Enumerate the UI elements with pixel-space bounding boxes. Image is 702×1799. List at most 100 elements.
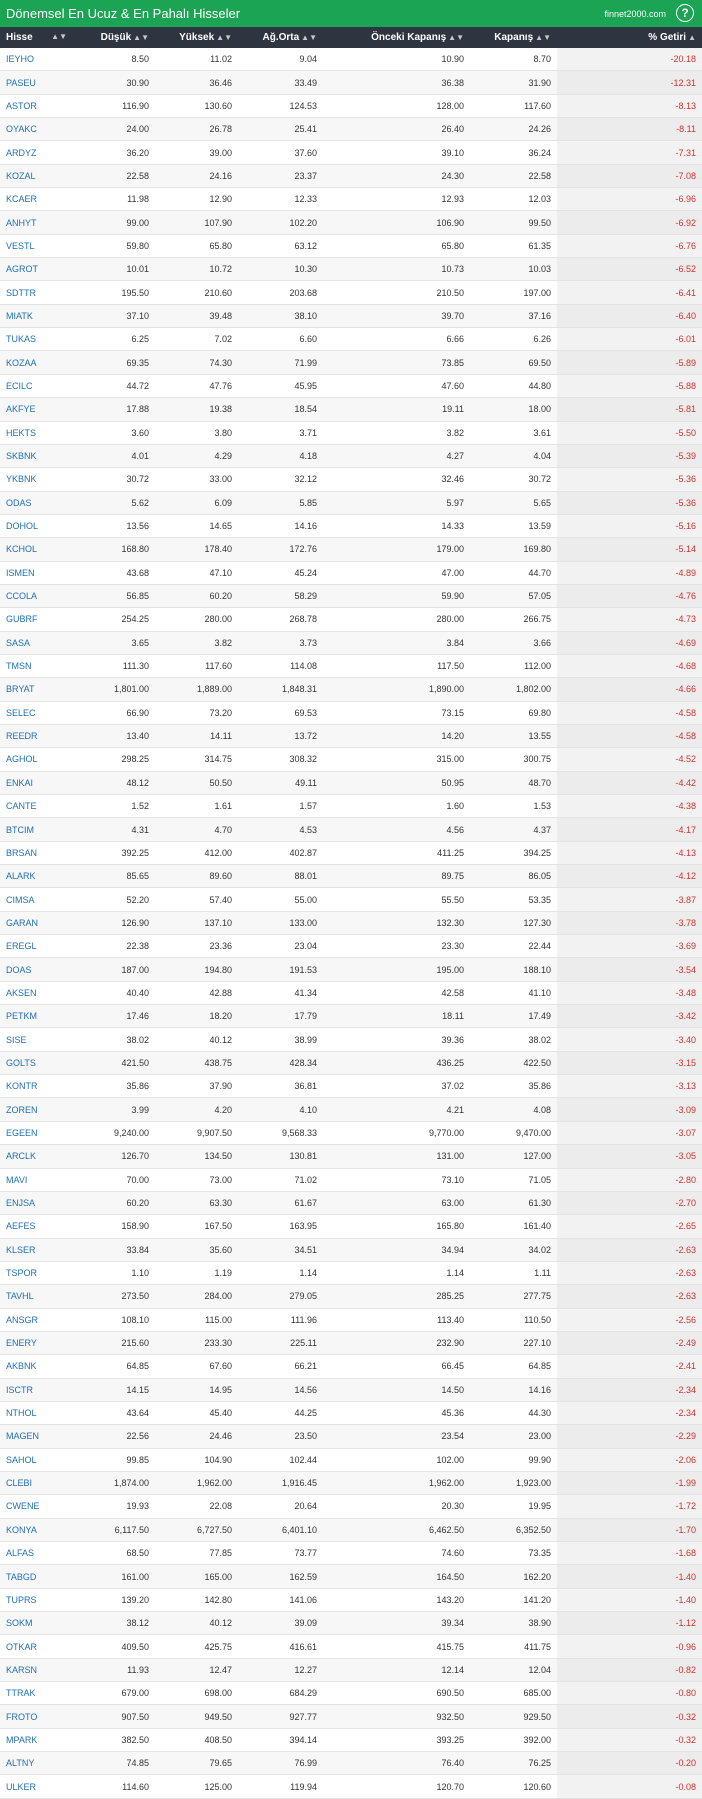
cell-avg: 6,401.10 <box>238 1518 323 1543</box>
cell-symbol[interactable]: ODAS <box>0 491 75 515</box>
cell-symbol[interactable]: KCAER <box>0 187 75 212</box>
cell-symbol[interactable]: CANTE <box>0 794 75 819</box>
cell-symbol[interactable]: GUBRF <box>0 607 75 632</box>
cell-symbol[interactable]: KCHOL <box>0 537 75 562</box>
cell-symbol[interactable]: KARSN <box>0 1658 75 1683</box>
cell-symbol[interactable]: GARAN <box>0 911 75 936</box>
cell-symbol[interactable]: REEDR <box>0 724 75 749</box>
cell-symbol[interactable]: AGROT <box>0 257 75 282</box>
sort-icon[interactable]: ▲▼ <box>216 33 232 42</box>
sort-icon[interactable]: ▲▼ <box>448 33 464 42</box>
cell-symbol[interactable]: FROTO <box>0 1704 75 1729</box>
cell-symbol[interactable]: ANSGR <box>0 1308 75 1332</box>
cell-symbol[interactable]: ALTNY <box>0 1751 75 1776</box>
cell-symbol[interactable]: ENJSA <box>0 1191 75 1216</box>
cell-symbol[interactable]: SELEC <box>0 701 75 725</box>
col-header-yuksek[interactable]: Yüksek ▲▼ <box>155 27 238 48</box>
cell-symbol[interactable]: AKBNK <box>0 1354 75 1379</box>
cell-symbol[interactable]: DOHOL <box>0 514 75 539</box>
cell-symbol[interactable]: ENKAI <box>0 771 75 796</box>
cell-symbol[interactable]: SAHOL <box>0 1448 75 1472</box>
cell-symbol[interactable]: PASEU <box>0 70 75 95</box>
cell-symbol[interactable]: CCOLA <box>0 584 75 609</box>
cell-symbol[interactable]: SDTTR <box>0 280 75 305</box>
cell-symbol[interactable]: ZOREN <box>0 1097 75 1122</box>
cell-symbol[interactable]: AGHOL <box>0 747 75 772</box>
cell-symbol[interactable]: TSPOR <box>0 1261 75 1286</box>
cell-symbol[interactable]: ULKER <box>0 1774 75 1799</box>
cell-symbol[interactable]: TAVHL <box>0 1284 75 1309</box>
cell-symbol[interactable]: KOZAL <box>0 164 75 189</box>
cell-symbol[interactable]: CIMSA <box>0 887 75 912</box>
cell-symbol[interactable]: GOLTS <box>0 1051 75 1076</box>
sort-icon[interactable]: ▲▼ <box>133 33 149 42</box>
cell-symbol[interactable]: EGEEN <box>0 1121 75 1146</box>
cell-return: -5.81 <box>557 397 702 422</box>
col-header-onceki-kapanis[interactable]: Önceki Kapanış ▲▼ <box>323 27 470 48</box>
cell-close: 30.72 <box>470 467 557 492</box>
cell-symbol[interactable]: SKBNK <box>0 444 75 469</box>
cell-symbol[interactable]: ECILC <box>0 374 75 399</box>
cell-symbol[interactable]: KONYA <box>0 1518 75 1543</box>
cell-symbol[interactable]: VESTL <box>0 234 75 259</box>
cell-symbol[interactable]: ARDYZ <box>0 140 75 165</box>
cell-symbol[interactable]: AKFYE <box>0 397 75 422</box>
sort-icon[interactable]: ▲▼ <box>301 33 317 42</box>
cell-symbol[interactable]: MIATK <box>0 304 75 329</box>
cell-symbol[interactable]: NTHOL <box>0 1401 75 1426</box>
col-header-ag-orta[interactable]: Ağ.Orta ▲▼ <box>238 27 323 48</box>
cell-symbol[interactable]: AEFES <box>0 1214 75 1239</box>
cell-symbol[interactable]: ASTOR <box>0 94 75 119</box>
cell-low: 38.12 <box>75 1611 155 1636</box>
cell-symbol[interactable]: TMSN <box>0 654 75 679</box>
cell-symbol[interactable]: BRSAN <box>0 841 75 866</box>
cell-symbol[interactable]: MAVI <box>0 1168 75 1192</box>
cell-symbol[interactable]: OTKAR <box>0 1634 75 1659</box>
cell-symbol[interactable]: BTCIM <box>0 817 75 842</box>
cell-symbol[interactable]: YKBNK <box>0 467 75 492</box>
cell-symbol[interactable]: IEYHO <box>0 48 75 72</box>
help-icon[interactable]: ? <box>676 4 694 22</box>
cell-symbol[interactable]: ANHYT <box>0 210 75 235</box>
cell-symbol[interactable]: SISE <box>0 1027 75 1052</box>
sort-icon[interactable]: ▲▼ <box>535 33 551 42</box>
cell-symbol[interactable]: TABGD <box>0 1564 75 1589</box>
cell-symbol[interactable]: TTRAK <box>0 1681 75 1706</box>
cell-symbol[interactable]: MAGEN <box>0 1424 75 1449</box>
cell-avg: 58.29 <box>238 584 323 609</box>
cell-symbol[interactable]: SOKM <box>0 1611 75 1636</box>
cell-symbol[interactable]: ALARK <box>0 864 75 889</box>
cell-symbol[interactable]: AKSEN <box>0 981 75 1006</box>
sort-icon[interactable]: ▲▼ <box>51 32 67 41</box>
cell-symbol[interactable]: EREGL <box>0 934 75 959</box>
cell-symbol[interactable]: DOAS <box>0 957 75 982</box>
cell-symbol[interactable]: ARCLK <box>0 1144 75 1169</box>
brand-link[interactable]: finnet2000.com <box>604 9 666 19</box>
cell-symbol[interactable]: HEKTS <box>0 421 75 445</box>
cell-low: 48.12 <box>75 771 155 796</box>
cell-symbol[interactable]: ISMEN <box>0 561 75 585</box>
col-header-getiri[interactable]: % Getiri ▲ <box>557 27 702 48</box>
cell-avg: 25.41 <box>238 117 323 142</box>
cell-symbol[interactable]: MPARK <box>0 1728 75 1753</box>
cell-symbol[interactable]: KOZAA <box>0 350 75 375</box>
cell-avg: 1,848.31 <box>238 677 323 702</box>
cell-symbol[interactable]: CWENE <box>0 1494 75 1519</box>
col-header-dusuk[interactable]: Düşük ▲▼ <box>75 27 155 48</box>
cell-symbol[interactable]: ENERY <box>0 1331 75 1356</box>
cell-symbol[interactable]: ALFAS <box>0 1541 75 1566</box>
col-header-kapanis[interactable]: Kapanış ▲▼ <box>470 27 557 48</box>
cell-symbol[interactable]: KLSER <box>0 1238 75 1262</box>
cell-symbol[interactable]: CLEBI <box>0 1471 75 1496</box>
cell-symbol[interactable]: OYAKC <box>0 117 75 142</box>
cell-symbol[interactable]: PETKM <box>0 1004 75 1029</box>
cell-low: 33.84 <box>75 1238 155 1262</box>
cell-symbol[interactable]: TUKAS <box>0 327 75 352</box>
col-header-hisse[interactable]: Hisse ▲▼ <box>0 27 75 48</box>
cell-symbol[interactable]: TUPRS <box>0 1588 75 1613</box>
cell-symbol[interactable]: ISCTR <box>0 1378 75 1402</box>
sort-asc-icon[interactable]: ▲ <box>688 33 696 42</box>
cell-symbol[interactable]: BRYAT <box>0 677 75 702</box>
cell-symbol[interactable]: KONTR <box>0 1074 75 1099</box>
cell-symbol[interactable]: SASA <box>0 631 75 655</box>
